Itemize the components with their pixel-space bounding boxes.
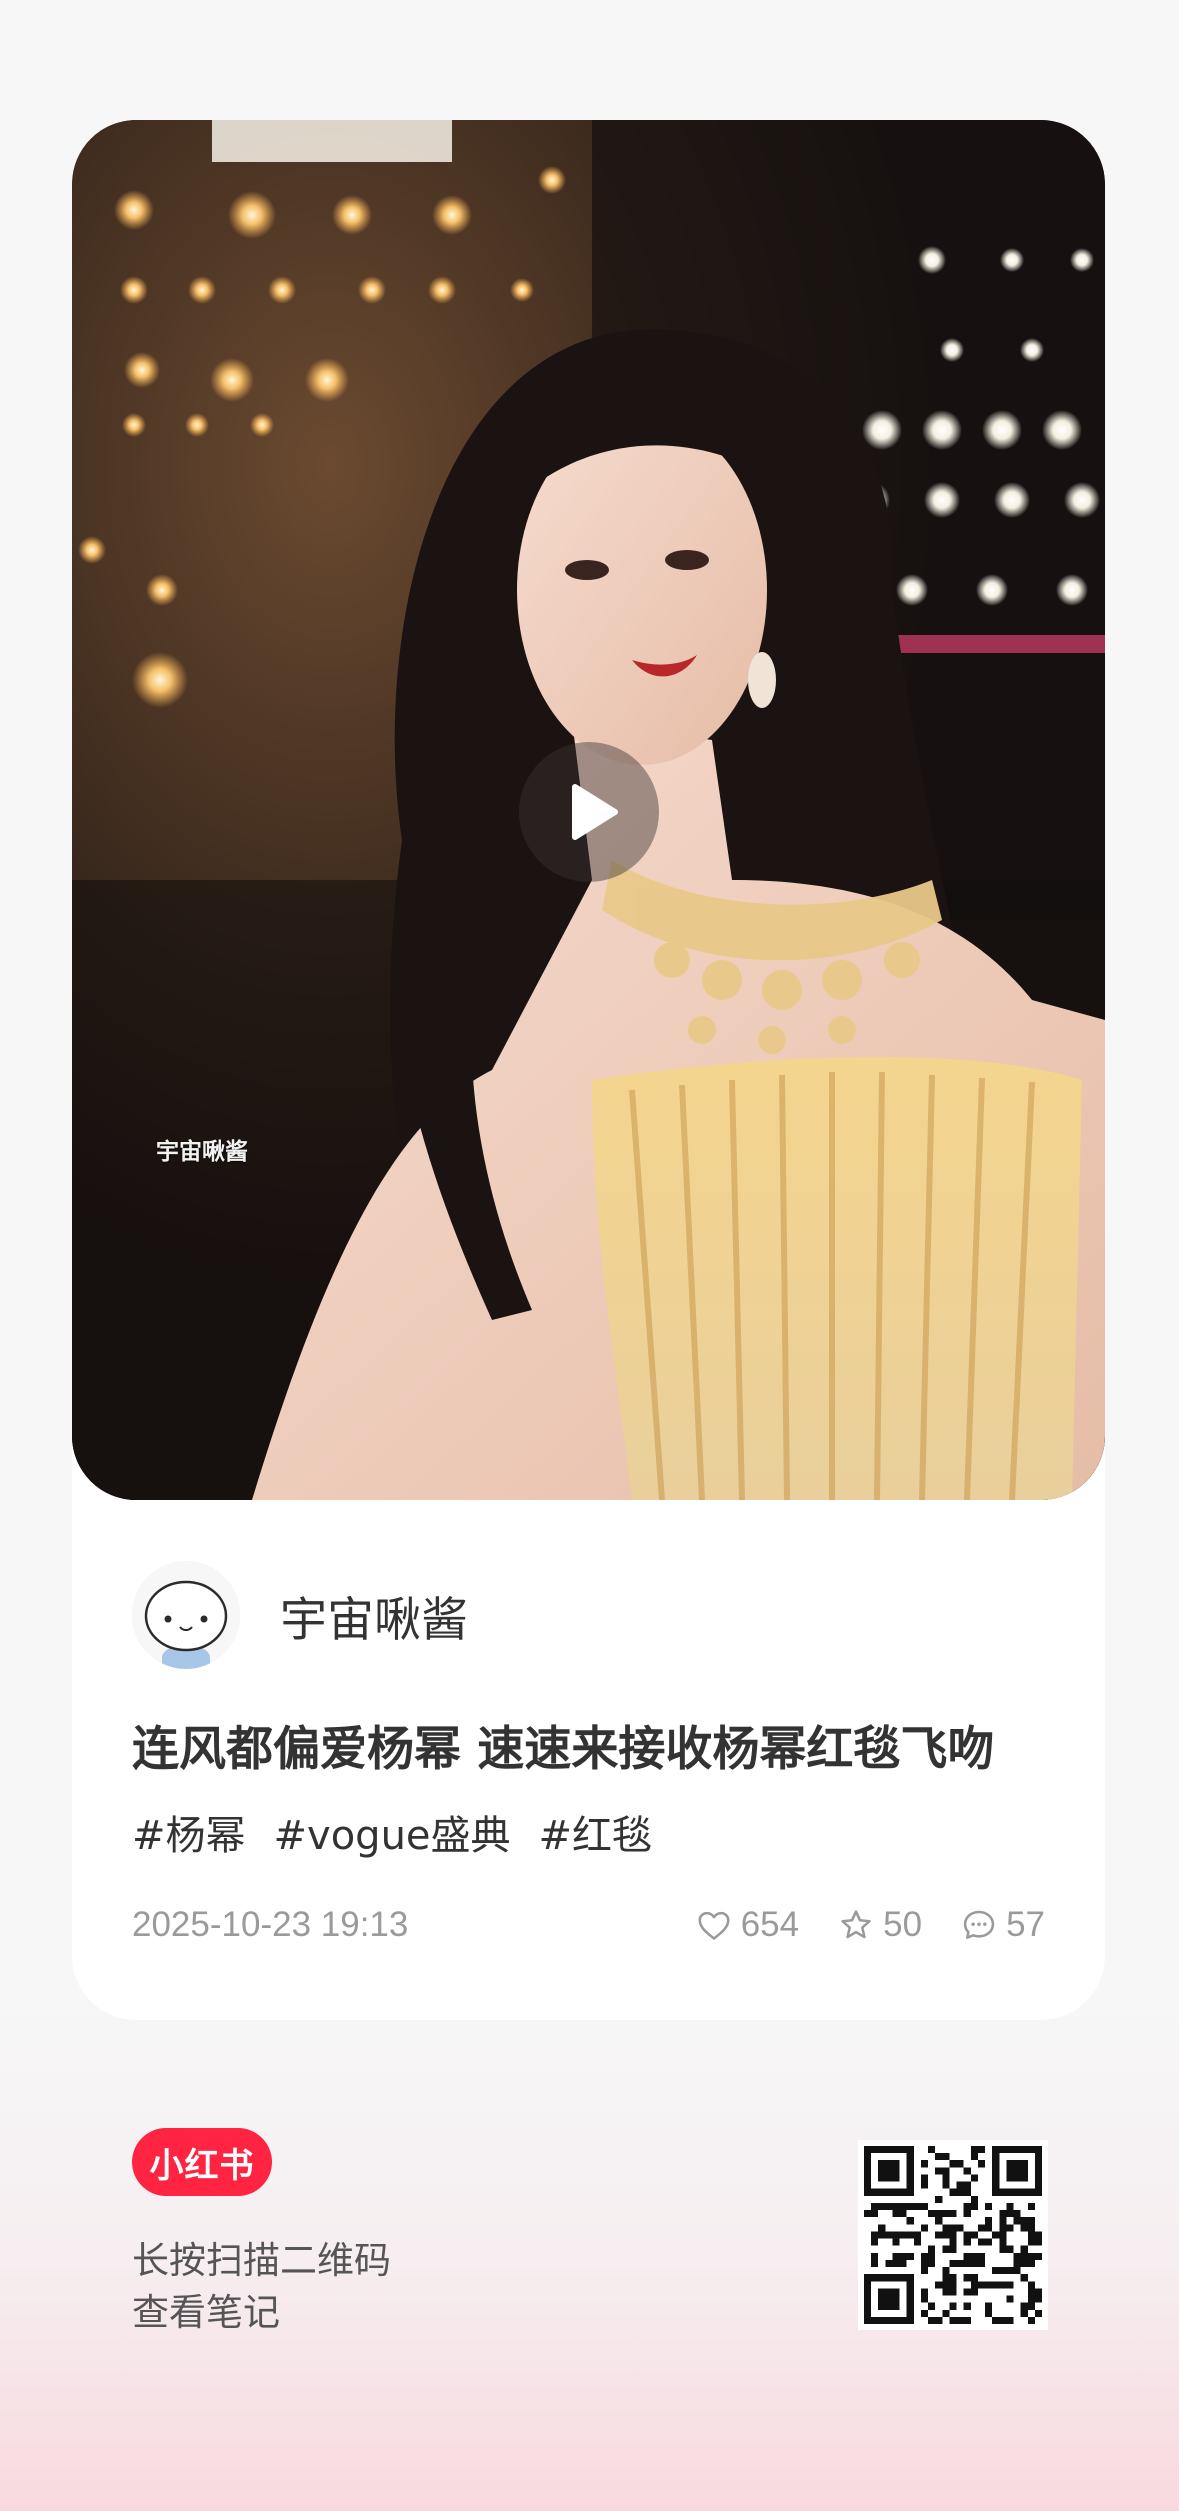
video-cover[interactable]: 宇宙啾酱 bbox=[72, 120, 1105, 1500]
tag-item[interactable]: #红毯 bbox=[539, 1803, 653, 1861]
xiaohongshu-logo: 小红书 bbox=[132, 2128, 272, 2196]
collect-count: 50 bbox=[883, 1905, 923, 1944]
play-button[interactable] bbox=[519, 742, 659, 882]
scan-hint: 长按扫描二维码 查看笔记 bbox=[132, 2235, 391, 2339]
video-watermark: 宇宙啾酱 bbox=[156, 1139, 248, 1165]
star-icon bbox=[841, 1910, 871, 1939]
qr-code[interactable] bbox=[858, 2140, 1048, 2330]
author-row[interactable]: 宇宙啾酱 bbox=[132, 1560, 468, 1670]
scan-hint-line1: 长按扫描二维码 bbox=[132, 2239, 391, 2282]
like-button[interactable]: 654 bbox=[695, 1905, 799, 1945]
cartoon-avatar-icon bbox=[132, 1561, 240, 1669]
like-count: 654 bbox=[740, 1905, 800, 1944]
avatar[interactable] bbox=[132, 1561, 240, 1669]
comment-count: 57 bbox=[1006, 1905, 1045, 1944]
tag-item[interactable]: #vogue盛典 bbox=[274, 1803, 511, 1861]
post-timestamp: 2025-10-23 19:13 bbox=[132, 1905, 409, 1944]
collect-button[interactable]: 50 bbox=[837, 1905, 922, 1945]
scan-hint-line2: 查看笔记 bbox=[132, 2291, 280, 2334]
comment-icon bbox=[963, 1910, 995, 1939]
play-icon bbox=[572, 784, 618, 840]
qr-code-icon bbox=[864, 2146, 1042, 2324]
note-title: 连风都偏爱杨幂 速速来接收杨幂红毯飞吻 bbox=[132, 1722, 995, 1777]
note-card: 宇宙啾酱 宇宙啾酱 连风都偏爱杨幂 速速来接收杨幂红毯飞吻 #杨幂 #vogue… bbox=[72, 120, 1105, 2020]
tag-item[interactable]: #杨幂 bbox=[132, 1803, 246, 1861]
author-name[interactable]: 宇宙啾酱 bbox=[280, 1581, 468, 1650]
heart-icon bbox=[698, 1911, 730, 1940]
tag-list: #杨幂 #vogue盛典 #红毯 bbox=[132, 1803, 652, 1861]
comment-button[interactable]: 57 bbox=[960, 1905, 1045, 1945]
meta-row: 2025-10-23 19:13 654 50 57 bbox=[132, 1900, 1045, 1950]
